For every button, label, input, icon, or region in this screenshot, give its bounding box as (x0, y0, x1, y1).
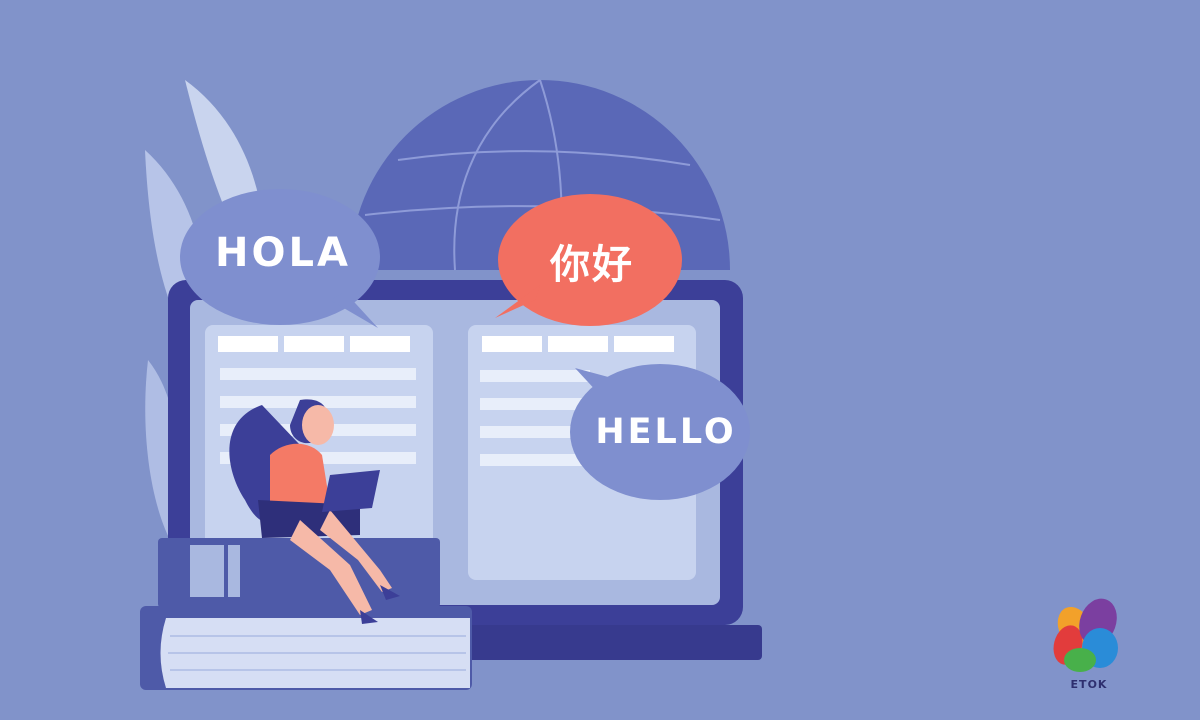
bubble-hola-text: HOLA (215, 230, 351, 276)
logo-wordmark: ETOK (1070, 678, 1108, 691)
bubble-hello-text: HELLO (595, 412, 737, 452)
illustration-scene: HOLA 你好 HELLO ETOK (0, 0, 1200, 720)
bubble-nihao-text: 你好 (550, 242, 634, 288)
book-stack (140, 538, 472, 690)
etok-logo-mark (1053, 598, 1118, 672)
translation-illustration (140, 79, 1118, 690)
